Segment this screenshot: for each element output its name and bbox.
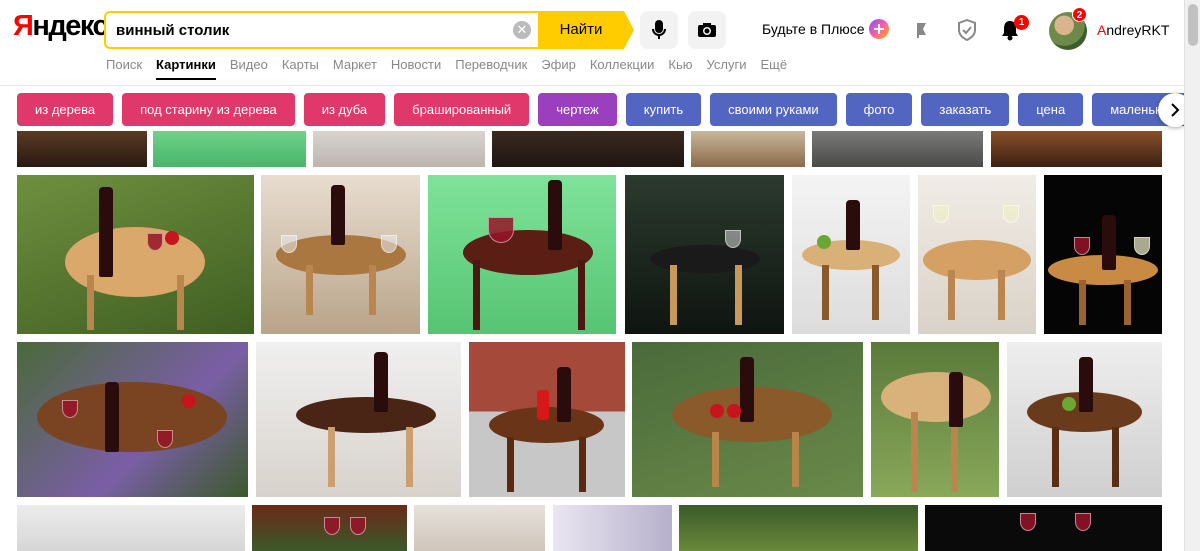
image-result[interactable]	[632, 342, 863, 497]
tab-q[interactable]: Кью	[668, 57, 692, 80]
tab-market[interactable]: Маркет	[333, 57, 377, 80]
chip-related-query[interactable]: купить	[625, 93, 702, 126]
tab-maps[interactable]: Карты	[282, 57, 319, 80]
search-box: ✕ Найти	[104, 11, 634, 49]
image-result[interactable]	[812, 131, 983, 167]
tab-search[interactable]: Поиск	[106, 57, 142, 80]
scrollbar-thumb[interactable]	[1188, 4, 1198, 46]
tab-efir[interactable]: Эфир	[541, 57, 576, 80]
image-result[interactable]	[261, 175, 420, 334]
image-result[interactable]	[252, 505, 407, 551]
tab-translator[interactable]: Переводчик	[455, 57, 527, 80]
chip-related-query[interactable]: под старину из дерева	[122, 93, 295, 126]
chip-related-query[interactable]: цена	[1018, 93, 1084, 126]
image-result[interactable]	[792, 175, 910, 334]
collections-icon[interactable]	[911, 18, 935, 42]
related-queries: из дерева под старину из дерева из дуба …	[17, 93, 1200, 126]
image-result[interactable]	[691, 131, 805, 167]
image-result[interactable]	[428, 175, 616, 334]
image-result[interactable]	[17, 131, 147, 167]
notification-count-badge: 1	[1014, 15, 1029, 30]
chip-related-query[interactable]: фото	[845, 93, 913, 126]
microphone-icon	[652, 20, 666, 39]
image-result[interactable]	[625, 175, 784, 334]
image-result[interactable]	[256, 342, 461, 497]
voice-search-button[interactable]	[640, 11, 678, 49]
image-result[interactable]	[871, 342, 999, 497]
camera-icon	[698, 23, 716, 37]
image-result[interactable]	[153, 131, 306, 167]
image-result[interactable]	[918, 175, 1036, 334]
search-input[interactable]	[116, 20, 496, 40]
image-result[interactable]	[1007, 342, 1162, 497]
image-result[interactable]	[17, 505, 245, 551]
tab-more[interactable]: Ещё	[760, 57, 787, 80]
image-result[interactable]	[553, 505, 672, 551]
page-scrollbar[interactable]	[1184, 0, 1200, 551]
chip-related-query[interactable]: брашированный	[394, 93, 530, 126]
plus-icon[interactable]	[869, 19, 889, 39]
chip-related-query[interactable]: чертеж	[538, 93, 617, 126]
clear-icon[interactable]: ✕	[513, 21, 531, 39]
user-notification-badge: 2	[1072, 7, 1087, 22]
find-button[interactable]: Найти	[538, 11, 634, 49]
chip-related-query[interactable]: своими руками	[710, 93, 837, 126]
search-services-nav: Поиск Картинки Видео Карты Маркет Новост…	[106, 57, 787, 80]
tab-services[interactable]: Услуги	[707, 57, 747, 80]
image-result[interactable]	[679, 505, 918, 551]
tab-news[interactable]: Новости	[391, 57, 441, 80]
tab-collections[interactable]: Коллекции	[590, 57, 655, 80]
image-result[interactable]	[492, 131, 684, 167]
image-result[interactable]	[1044, 175, 1162, 334]
image-search-button[interactable]	[688, 11, 726, 49]
image-result[interactable]	[17, 342, 248, 497]
chip-related-query[interactable]: из дуба	[303, 93, 386, 126]
chip-related-query[interactable]: из дерева	[17, 93, 114, 126]
plus-link[interactable]: Будьте в Плюсе	[762, 21, 865, 37]
username-link[interactable]: AndreyRKT	[1097, 22, 1169, 38]
header-divider	[0, 85, 1184, 86]
shield-icon[interactable]	[955, 18, 979, 42]
tab-video[interactable]: Видео	[230, 57, 268, 80]
image-result[interactable]	[925, 505, 1162, 551]
yandex-logo[interactable]: Яндекс	[13, 10, 109, 43]
tab-images[interactable]: Картинки	[156, 57, 216, 80]
image-result[interactable]	[469, 342, 625, 497]
image-result[interactable]	[991, 131, 1162, 167]
image-result[interactable]	[313, 131, 485, 167]
chip-related-query[interactable]: заказать	[921, 93, 1010, 126]
header: Яндекс ✕ Найти Будьте в Плюсе 1 2 Andrey…	[0, 0, 1184, 86]
chevron-right-icon	[1171, 103, 1180, 117]
image-result[interactable]	[414, 505, 545, 551]
image-result[interactable]	[17, 175, 254, 334]
